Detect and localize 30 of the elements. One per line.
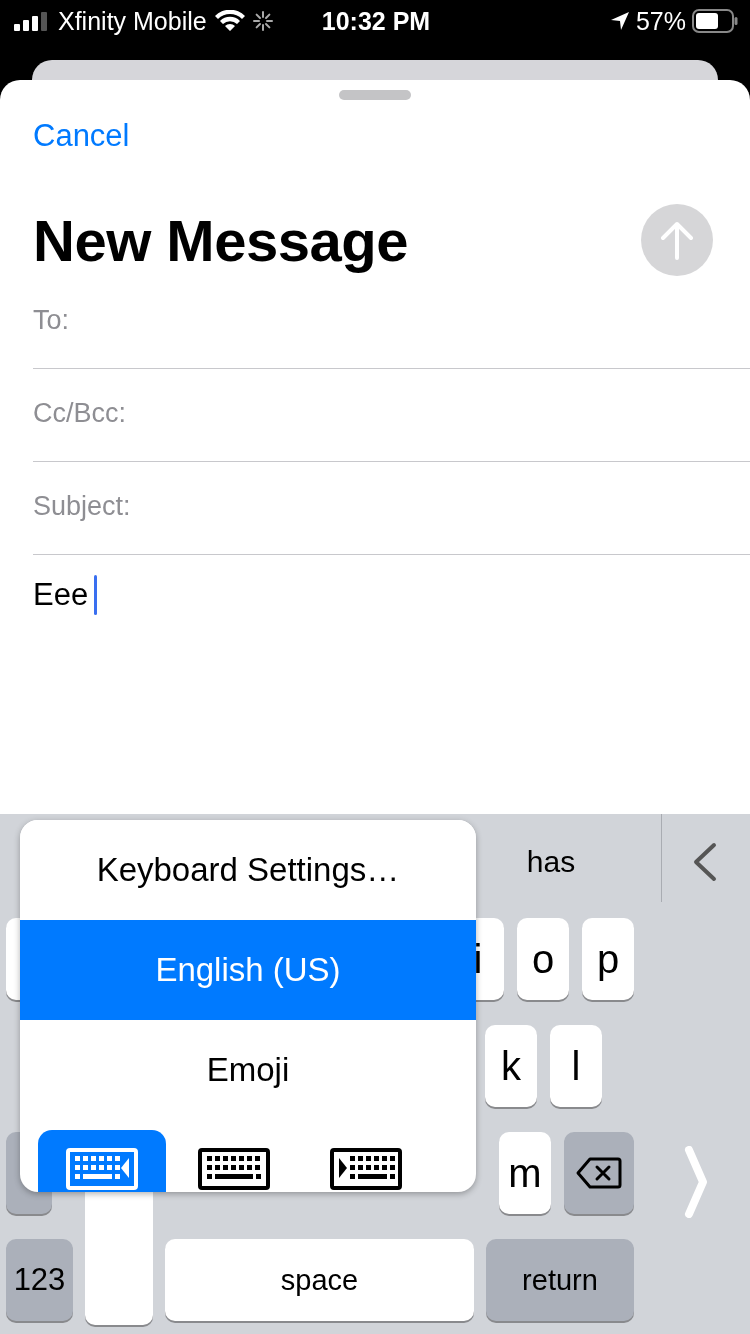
battery-icon [692, 9, 738, 33]
grabber-handle[interactable] [339, 90, 411, 100]
letter-key[interactable]: p [582, 918, 634, 1000]
letter-key[interactable]: k [485, 1025, 537, 1107]
letter-key[interactable]: o [517, 918, 569, 1000]
chevron-left-icon[interactable] [692, 842, 718, 882]
message-body-text: Eee [33, 577, 89, 613]
keyboard-icon [198, 1148, 270, 1190]
signal-icon [14, 11, 50, 31]
space-key[interactable]: space [165, 1239, 474, 1321]
location-arrow-icon [609, 11, 630, 31]
return-key[interactable]: return [486, 1239, 634, 1321]
cancel-button[interactable]: Cancel [33, 118, 130, 154]
numbers-key[interactable]: 123 [6, 1239, 73, 1321]
loading-spinner-icon [252, 11, 273, 31]
sheet-title: New Message [33, 206, 408, 274]
menu-item[interactable]: Keyboard Settings… [20, 820, 476, 920]
menu-item[interactable]: English (US) [20, 920, 476, 1020]
text-cursor [94, 575, 98, 615]
letter-key[interactable]: m [499, 1132, 551, 1214]
wifi-icon [214, 10, 245, 32]
clock-time: 10:32 PM [321, 6, 431, 36]
battery-percent: 57% [635, 6, 686, 36]
letter-key[interactable]: l [550, 1025, 602, 1107]
keyboard-icon [66, 1148, 138, 1190]
carrier-name: Xfinity Mobile [58, 6, 207, 36]
menu-item[interactable]: Emoji [20, 1020, 476, 1120]
backspace-icon [576, 1157, 622, 1189]
keyboard-icon [330, 1148, 402, 1190]
delete-key[interactable] [564, 1132, 634, 1214]
